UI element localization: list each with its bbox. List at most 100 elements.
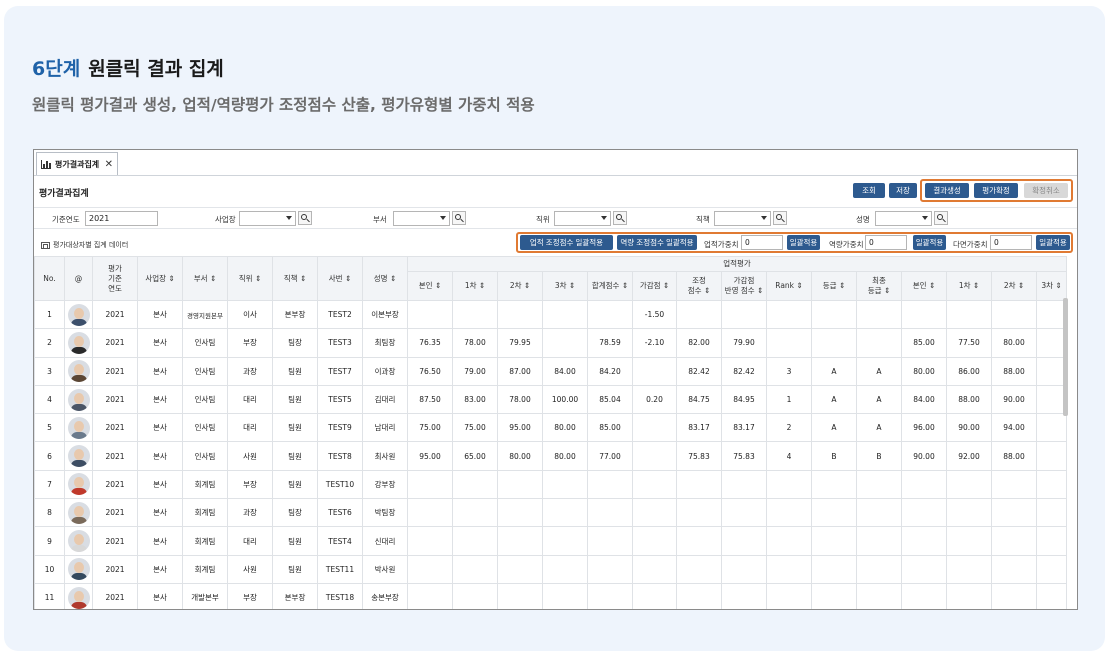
row-grade xyxy=(811,498,857,528)
col-year[interactable]: 평가 기준 연도 xyxy=(92,256,138,301)
comp-weight-input[interactable]: 0 xyxy=(865,235,907,250)
col-emp-no[interactable]: 사번 ⇕ xyxy=(317,256,363,301)
col-first-2[interactable]: 1차 ⇕ xyxy=(946,271,992,301)
table-row[interactable]: 5 2021 본사 인사팀 대리 팀원 TEST9 남대리 75.00 75.00 95.00 80.… xyxy=(34,413,1067,443)
col-adjust-applied[interactable]: 가감점 반영 점수 ⇕ xyxy=(721,271,767,301)
perf-weight-apply-button[interactable]: 일괄적용 xyxy=(787,235,820,250)
row-third: 84.00 xyxy=(542,356,588,386)
name-select[interactable] xyxy=(875,211,932,226)
row-second-2: 80.00 xyxy=(991,328,1037,358)
results-table: No. @ 평가 기준 연도 사업장 ⇕ 부서 ⇕ 직위 ⇕ 직책 ⇕ 사번 ⇕ 성… xyxy=(34,256,1067,609)
row-final-grade: A xyxy=(856,413,902,443)
col-self-2[interactable]: 본인 ⇕ xyxy=(901,271,947,301)
site-search-button[interactable] xyxy=(298,211,312,225)
col-grade[interactable]: 등급 ⇕ xyxy=(811,271,857,301)
row-third-2 xyxy=(1036,356,1067,386)
col-final-grade[interactable]: 최종 등급 ⇕ xyxy=(856,271,902,301)
table-row[interactable]: 2 2021 본사 인사팀 부장 팀장 TEST3 최팀장 76.35 78.00 79.95 78.… xyxy=(34,328,1067,358)
row-total: 85.00 xyxy=(587,413,633,443)
table-row[interactable]: 6 2021 본사 인사팀 사원 팀원 TEST8 최사원 95.00 65.00 80.00 80.… xyxy=(34,441,1067,471)
position-search-button[interactable] xyxy=(613,211,627,225)
table-row[interactable]: 8 2021 본사 회계팀 과장 팀장 TEST6 박팀장 xyxy=(34,498,1067,528)
row-dept: 회계팀 xyxy=(182,526,228,556)
perf-weight-input[interactable]: 0 xyxy=(741,235,783,250)
table-row[interactable]: 1 2021 본사 경영지원본부 이사 본부장 TEST2 이본부장 -1.50 xyxy=(34,299,1067,330)
row-dept: 인사팀 xyxy=(182,413,228,443)
multi-weight-apply-button[interactable]: 일괄적용 xyxy=(1036,235,1070,250)
col-total[interactable]: 합계점수 ⇕ xyxy=(587,271,633,301)
dept-select[interactable] xyxy=(393,211,450,226)
table-row[interactable]: 3 2021 본사 인사팀 과장 팀원 TEST7 이과장 76.50 79.00 87.00 84.… xyxy=(34,356,1067,386)
row-total: 78.59 xyxy=(587,328,633,358)
col-duty[interactable]: 직책 ⇕ xyxy=(272,256,318,301)
row-grade xyxy=(811,299,857,330)
col-second-2[interactable]: 2차 ⇕ xyxy=(991,271,1037,301)
tab-result-summary[interactable]: 평가결과집계 ✕ xyxy=(36,152,118,175)
row-no: 6 xyxy=(34,441,65,471)
row-photo xyxy=(64,498,93,528)
row-emp-no: TEST9 xyxy=(317,413,363,443)
row-position: 부장 xyxy=(227,328,273,358)
row-position: 과장 xyxy=(227,498,273,528)
col-third[interactable]: 3차 ⇕ xyxy=(542,271,588,301)
position-select[interactable] xyxy=(554,211,611,226)
row-self-2 xyxy=(901,469,947,500)
col-adjusted[interactable]: 조정 점수 ⇕ xyxy=(676,271,722,301)
name-search-button[interactable] xyxy=(934,211,948,225)
avatar xyxy=(67,416,90,439)
col-no[interactable]: No. xyxy=(34,256,65,301)
table-row[interactable]: 4 2021 본사 인사팀 대리 팀원 TEST5 김대리 87.50 83.00 78.00 100… xyxy=(34,384,1067,415)
table-row[interactable]: 9 2021 본사 회계팀 대리 팀원 TEST4 신대리 xyxy=(34,526,1067,556)
row-duty: 본부장 xyxy=(272,299,318,330)
avatar xyxy=(67,530,90,553)
multi-weight-input[interactable]: 0 xyxy=(990,235,1032,250)
row-total xyxy=(587,554,633,584)
chevron-down-icon xyxy=(286,216,292,220)
col-position[interactable]: 직위 ⇕ xyxy=(227,256,273,301)
table-row[interactable]: 11 2021 본사 개발본부 부장 본부장 TEST18 송본부장 xyxy=(34,582,1067,609)
confirm-evaluation-button[interactable]: 평가확정 xyxy=(974,183,1018,198)
col-site[interactable]: 사업장 ⇕ xyxy=(137,256,183,301)
col-adjust-points[interactable]: 가감점 ⇕ xyxy=(632,271,677,301)
col-photo[interactable]: @ xyxy=(64,256,93,301)
row-site: 본사 xyxy=(137,384,183,415)
row-adjust-applied xyxy=(721,469,767,500)
year-label: 기준연도 xyxy=(52,215,80,224)
row-dept: 개발본부 xyxy=(182,582,228,609)
row-grade xyxy=(811,328,857,358)
avatar xyxy=(67,303,90,326)
col-third-2[interactable]: 3차 ⇕ xyxy=(1036,271,1067,301)
perf-adjust-apply-button[interactable]: 업적 조정점수 일괄적용 xyxy=(520,235,613,250)
close-icon[interactable]: ✕ xyxy=(105,159,113,170)
col-dept[interactable]: 부서 ⇕ xyxy=(182,256,228,301)
row-name: 이과장 xyxy=(362,356,408,386)
table-row[interactable]: 10 2021 본사 회계팀 사원 팀원 TEST11 박사원 xyxy=(34,554,1067,584)
dept-search-button[interactable] xyxy=(452,211,466,225)
col-second[interactable]: 2차 ⇕ xyxy=(497,271,543,301)
row-photo xyxy=(64,413,93,443)
cancel-confirm-button[interactable]: 확정취소 xyxy=(1024,183,1068,198)
col-rank[interactable]: Rank ⇕ xyxy=(766,271,812,301)
row-adjust-points: -2.10 xyxy=(632,328,677,358)
comp-adjust-apply-button[interactable]: 역량 조정점수 일괄적용 xyxy=(617,235,697,250)
duty-select[interactable] xyxy=(714,211,771,226)
row-self-2: 84.00 xyxy=(901,384,947,415)
row-adjust-points: -1.50 xyxy=(632,299,677,330)
year-input[interactable]: 2021 xyxy=(85,211,158,226)
col-first[interactable]: 1차 ⇕ xyxy=(452,271,498,301)
table-row[interactable]: 7 2021 본사 회계팀 부장 팀원 TEST10 강부장 xyxy=(34,469,1067,500)
row-photo xyxy=(64,384,93,415)
save-button[interactable]: 저장 xyxy=(889,183,917,198)
row-adjust-points xyxy=(632,356,677,386)
search-button[interactable]: 조회 xyxy=(853,183,885,198)
vertical-scrollbar[interactable] xyxy=(1063,298,1068,416)
comp-weight-apply-button[interactable]: 일괄적용 xyxy=(913,235,946,250)
row-total: 84.20 xyxy=(587,356,633,386)
row-duty: 본부장 xyxy=(272,582,318,609)
duty-search-button[interactable] xyxy=(773,211,787,225)
col-self[interactable]: 본인 ⇕ xyxy=(407,271,453,301)
col-name[interactable]: 성명 ⇕ xyxy=(362,256,408,301)
row-no: 4 xyxy=(34,384,65,415)
site-select[interactable] xyxy=(239,211,296,226)
generate-result-button[interactable]: 결과생성 xyxy=(925,183,969,198)
